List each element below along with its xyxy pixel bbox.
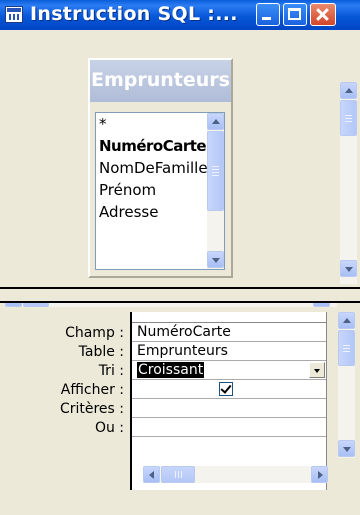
field-list-scroll-down-button[interactable] [207, 251, 224, 268]
grid-scroll-down-button[interactable] [338, 440, 355, 457]
table-pane-scroll-down-button[interactable] [340, 260, 357, 277]
sort-dropdown-button[interactable] [309, 362, 325, 378]
field-list[interactable]: * NuméroCarte NomDeFamille Prénom Adress… [95, 112, 225, 270]
field-list-scroll-up-button[interactable] [207, 113, 224, 130]
field-list-window[interactable]: Emprunteurs * NuméroCarte NomDeFamille P… [88, 58, 233, 278]
grid-row-labels: Champ : Table : Tri : Afficher : Critère… [0, 324, 124, 438]
maximize-button[interactable] [283, 3, 307, 26]
arrow-up-icon [343, 318, 351, 323]
column-selector[interactable] [132, 312, 326, 323]
row-label-ou: Ou : [94, 420, 124, 436]
row-label-table: Table : [78, 344, 124, 360]
grid-scroll-right-button[interactable] [311, 466, 328, 483]
field-item-prenom[interactable]: Prénom [96, 179, 224, 201]
grid-scroll-left-button[interactable] [143, 466, 160, 483]
field-item-adresse[interactable]: Adresse [96, 201, 224, 223]
minimize-button[interactable] [256, 3, 280, 26]
sort-value: Croissant [137, 362, 205, 378]
show-checkbox[interactable] [219, 382, 233, 396]
table-title[interactable]: Emprunteurs [90, 60, 231, 102]
row-label-tri: Tri : [98, 363, 124, 379]
table-pane-vscroll-thumb[interactable] [340, 100, 357, 136]
close-button[interactable] [310, 3, 336, 26]
row-label-afficher: Afficher : [60, 382, 124, 398]
field-list-scroll-thumb[interactable] [207, 131, 224, 211]
query-design-grid[interactable]: NuméroCarte Emprunteurs Croissant [130, 312, 327, 490]
field-item-numerocarte[interactable]: NuméroCarte [96, 135, 224, 157]
table-pane-vertical-scrollbar[interactable] [340, 82, 357, 284]
row-label-champ: Champ : [65, 325, 124, 341]
show-cell[interactable] [132, 380, 326, 399]
row-label-criteres: Critères : [59, 401, 124, 417]
arrow-up-icon [345, 88, 353, 93]
table-pane-scroll-up-button[interactable] [340, 82, 357, 99]
field-item-all[interactable]: * [96, 113, 224, 135]
arrow-down-icon [212, 258, 220, 263]
grid-scroll-up-button[interactable] [338, 312, 355, 329]
arrow-left-icon [149, 471, 154, 479]
grid-vertical-scrollbar[interactable] [338, 312, 355, 458]
window-title: Instruction SQL :... [30, 3, 238, 25]
grid-hscroll-thumb[interactable] [161, 466, 195, 483]
arrow-down-icon [343, 447, 351, 452]
pane-splitter[interactable] [0, 287, 360, 303]
query-window-icon[interactable] [5, 6, 23, 23]
or-cell[interactable] [132, 418, 326, 437]
title-bar[interactable]: Instruction SQL :... [0, 0, 360, 30]
field-list-scrollbar[interactable] [207, 113, 224, 269]
field-cell[interactable]: NuméroCarte [132, 323, 326, 342]
arrow-up-icon [212, 119, 220, 124]
grid-horizontal-scrollbar[interactable] [143, 466, 328, 483]
arrow-right-icon [318, 471, 323, 479]
table-pane[interactable]: Emprunteurs * NuméroCarte NomDeFamille P… [0, 30, 360, 307]
arrow-down-icon [345, 267, 353, 272]
grid-vscroll-thumb[interactable] [338, 330, 355, 366]
sort-cell[interactable]: Croissant [132, 361, 326, 380]
field-item-nomdefamille[interactable]: NomDeFamille [96, 157, 224, 179]
table-cell[interactable]: Emprunteurs [132, 342, 326, 361]
criteria-cell[interactable] [132, 399, 326, 418]
